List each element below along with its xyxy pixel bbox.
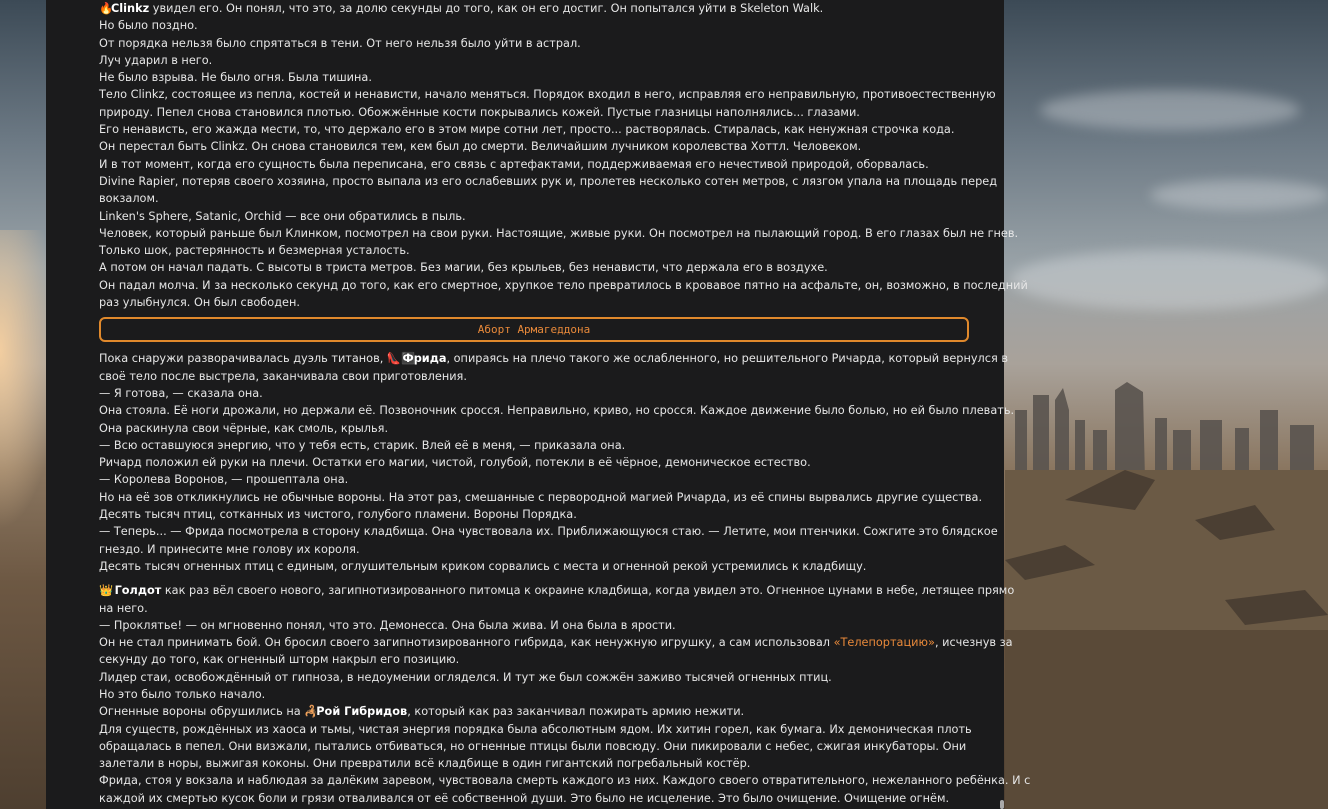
text-line: каждой их смертью кусок боли и грязи отв… [99,791,950,805]
text-span: , исчезнув за [934,636,1013,650]
text-line: Огненные вороны обрушились на 🦂Рой Гибри… [99,703,971,720]
text-line: — Теперь... — Фрида посмотрела в сторону… [99,525,998,539]
chat-panel: 🔥Clinkz увидел его. Он понял, что это, з… [46,0,1031,809]
text-line: — Я готова, — сказала она. [99,386,263,400]
text-line: А потом он начал падать. С высоты в трис… [99,261,828,275]
paragraph-goldot: 👑 Голдот как раз вёл своего нового, заги… [99,582,1031,807]
crown-icon: 👑 [99,584,114,598]
text-span: увидел его. Он понял, что это, за долю с… [149,2,824,15]
text-line: 🔥Clinkz увидел его. Он понял, что это, з… [99,0,971,17]
paragraph-clinkz: 🔥Clinkz увидел его. Он понял, что это, з… [99,0,1028,311]
section-header-button[interactable]: Аборт Армагеддона [99,317,969,343]
text-line: Десять тысяч огненных птиц с единым, огл… [99,559,867,573]
text-line: Но это было только начало. [99,687,266,701]
text-line: вокзалом. [99,192,159,206]
paragraph-frida: Пока снаружи разворачивалась дуэль титан… [99,350,1015,575]
text-line: своё тело после выстрела, заканчивала св… [99,369,467,383]
text-line: И в тот момент, когда его сущность была … [99,157,929,171]
text-line: Она стояла. Её ноги дрожали, но держали … [99,404,1015,418]
text-line: природу. Пепел снова становился плотью. … [99,105,860,119]
text-line: Человек, который раньше был Клинком, пос… [99,226,1019,240]
text-line: раз улыбнулся. Он был свободен. [99,296,300,310]
text-span: как раз вёл своего нового, загипнотизиро… [161,584,1015,598]
text-line: обращалась в пепел. Они визжали, пыталис… [99,739,967,753]
boot-icon: 👠⬛ [386,352,416,366]
character-name-goldot: Голдот [114,584,162,598]
text-line: Он перестал быть Clinkz. Он снова станов… [99,140,862,154]
text-line: гнездо. И принесите мне голову их короля… [99,542,360,556]
text-line: Но на её зов откликнулись не обычные вор… [99,490,983,504]
text-span: Огненные вороны обрушились на [99,705,305,719]
fire-icon: 🔥 [99,2,114,15]
text-line: Ричард положил ей руки на плечи. Остатки… [99,456,811,470]
character-name-frida: Фрида [402,352,447,366]
text-line: Divine Rapier, потеряв своего хозяина, п… [99,174,998,188]
character-name-clinkz: Clinkz [111,2,150,15]
text-span: , который как раз заканчивал пожирать ар… [407,705,745,719]
section-title: Аборт Армагеддона [477,323,591,337]
text-span: Пока снаружи разворачивалась дуэль титан… [99,352,387,366]
text-line: — Всю оставшуюся энергию, что у тебя ест… [99,438,626,452]
story-content: 🔥Clinkz увидел его. Он понял, что это, з… [99,0,1031,807]
text-line: Но было поздно. [99,19,198,33]
text-line: Не было взрыва. Не было огня. Была тишин… [99,71,372,85]
scrollbar-thumb[interactable] [1000,800,1004,809]
text-line: секунду до того, как огненный шторм накр… [99,653,460,667]
text-line: Для существ, рождённых из хаоса и тьмы, … [99,722,972,736]
text-line: 👑 Голдот как раз вёл своего нового, заги… [99,582,1014,599]
text-line: Десять тысяч птиц, сотканных из чистого,… [99,508,577,522]
text-line: — Королева Воронов, — прошептала она. [99,473,349,487]
text-line: Тело Clinkz, состоящее из пепла, костей … [99,88,996,102]
insect-icon: 🦂 [304,705,319,719]
ruined-city-silhouette [1005,382,1328,809]
text-span: , опираясь на плечо такого же ослабленно… [446,352,1009,366]
text-span: Он не стал принимать бой. Он бросил свое… [99,636,834,650]
text-line: залетали в норы, выжигая коконы. Они пре… [99,757,751,771]
text-line: Только шок, растерянность и безмерная ус… [99,244,410,258]
text-line: Он не стал принимать бой. Он бросил свое… [99,634,1013,651]
text-line: — Проклятье! — он мгновенно понял, что э… [99,618,676,632]
text-line: Фрида, стоя у вокзала и наблюдая за далё… [99,774,1031,788]
text-line: Он падал молча. И за несколько секунд до… [99,278,1028,292]
character-name-swarm: Рой Гибридов [316,705,408,719]
text-line: От порядка нельзя было спрятаться в тени… [99,36,581,50]
text-line: Она раскинула свои чёрные, как смоль, кр… [99,421,389,435]
text-line: Его ненависть, его жажда мести, то, что … [99,123,955,137]
text-line: Лидер стаи, освобождённый от гипноза, в … [99,670,832,684]
text-line: Пока снаружи разворачивалась дуэль титан… [99,350,1008,367]
text-line: Луч ударил в него. [99,53,213,67]
text-line: на него. [99,601,148,615]
text-line: Linken's Sphere, Satanic, Orchid — все о… [99,209,466,223]
teleport-link[interactable]: «Телепортацию» [834,636,935,649]
